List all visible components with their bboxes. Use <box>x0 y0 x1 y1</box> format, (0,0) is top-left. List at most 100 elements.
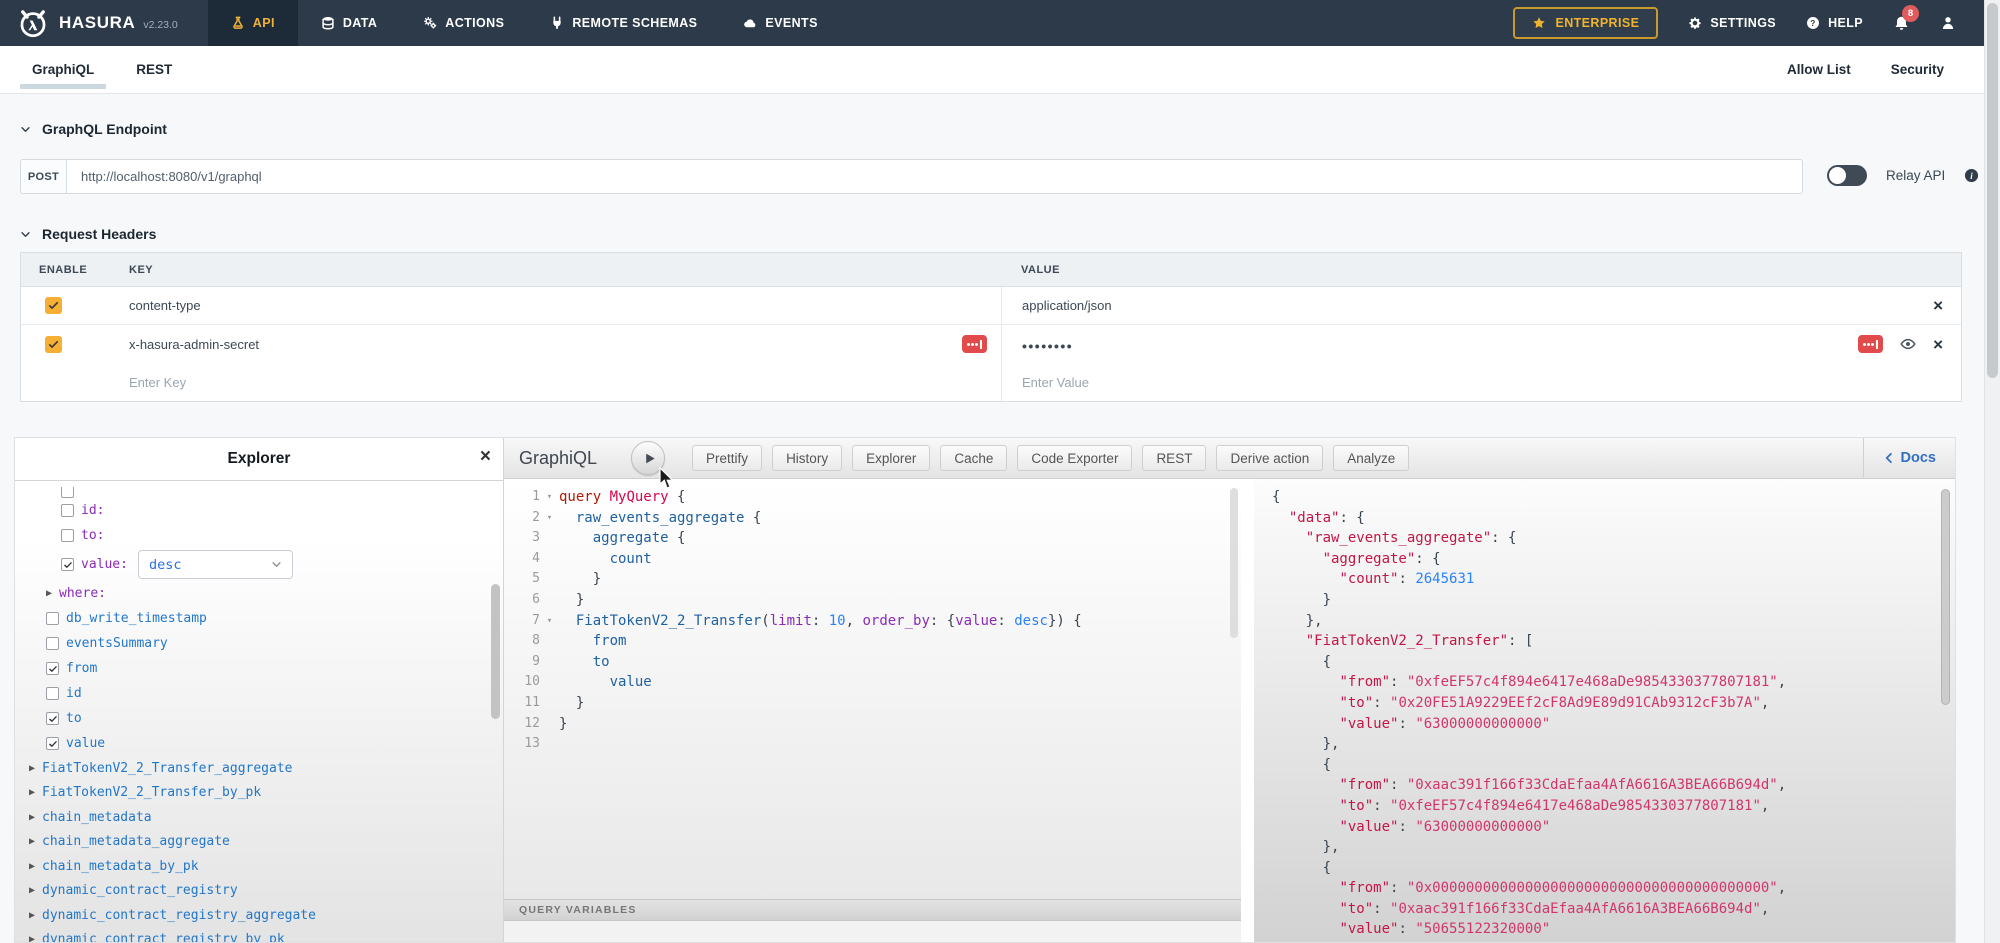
derive-action-button[interactable]: Derive action <box>1216 445 1323 471</box>
expand-arrow-icon[interactable]: ▶ <box>29 885 35 896</box>
response-line: "data": { <box>1272 508 1929 529</box>
nav-item-remote-schemas[interactable]: REMOTE SCHEMAS <box>527 0 720 46</box>
explorer-item-dynamic_contract_registry[interactable]: ▶dynamic_contract_registry <box>15 879 489 904</box>
checkbox-icon[interactable] <box>46 737 59 750</box>
response-line: "from": "0xaac391f166f33CdaEfaa4AfA6616A… <box>1272 775 1929 796</box>
explorer-item-where[interactable]: ▶where: <box>15 581 489 606</box>
tab-graphiql[interactable]: GraphiQL <box>26 46 100 93</box>
query-variables-bar[interactable]: QUERY VARIABLES <box>504 899 1241 921</box>
fold-arrow-icon[interactable]: ▾ <box>540 508 559 529</box>
notifications-button[interactable]: 8 <box>1893 15 1910 32</box>
relay-api-toggle[interactable] <box>1827 165 1867 186</box>
settings-button[interactable]: SETTINGS <box>1688 16 1776 30</box>
expand-arrow-icon[interactable]: ▶ <box>29 910 35 921</box>
explorer-item-clipped[interactable] <box>15 487 489 498</box>
remove-header-icon[interactable]: × <box>1933 336 1943 353</box>
hasura-logo-icon[interactable] <box>16 6 50 40</box>
page-scrollbar-thumb[interactable] <box>1987 3 1998 378</box>
explorer-item-value[interactable]: value:desc <box>15 548 489 581</box>
expand-arrow-icon[interactable]: ▶ <box>46 588 52 599</box>
header-key[interactable]: x-hasura-admin-secret <box>129 337 259 352</box>
explorer-item-db_write_timestamp[interactable]: db_write_timestamp <box>15 606 489 631</box>
header-key[interactable]: content-type <box>129 298 201 313</box>
user-menu-button[interactable] <box>1940 15 1956 31</box>
remove-header-icon[interactable]: × <box>1933 297 1943 314</box>
header-enabled-checkbox[interactable] <box>45 336 62 353</box>
checkbox-icon[interactable] <box>61 504 74 517</box>
info-icon[interactable]: i <box>1964 168 1979 183</box>
request-headers-section-header[interactable]: Request Headers <box>20 226 156 242</box>
order-direction-select[interactable]: desc <box>138 550 293 579</box>
header-value[interactable]: application/json <box>1022 298 1112 313</box>
explorer-item-label: value <box>66 736 105 751</box>
response-scrollbar[interactable] <box>1941 489 1950 705</box>
nav-item-label: ACTIONS <box>445 16 504 30</box>
explorer-item-eventsSummary[interactable]: eventsSummary <box>15 631 489 656</box>
checkbox-icon[interactable] <box>46 712 59 725</box>
explorer-item-to[interactable]: to <box>15 706 489 731</box>
expand-arrow-icon[interactable]: ▶ <box>29 787 35 798</box>
eye-icon[interactable] <box>1900 336 1916 352</box>
page-scrollbar[interactable] <box>1984 0 2000 943</box>
checkbox-icon[interactable] <box>61 558 74 571</box>
code-exporter-button[interactable]: Code Exporter <box>1017 445 1132 471</box>
execute-query-button[interactable] <box>631 441 665 475</box>
docs-toggle[interactable]: Docs <box>1863 438 1955 478</box>
explorer-item-chain_metadata_aggregate[interactable]: ▶chain_metadata_aggregate <box>15 830 489 855</box>
tab-rest[interactable]: REST <box>130 46 178 93</box>
query-variables-label: QUERY VARIABLES <box>519 904 637 916</box>
checkbox-icon[interactable] <box>46 687 59 700</box>
cache-button[interactable]: Cache <box>940 445 1007 471</box>
explorer-item-value[interactable]: value <box>15 731 489 756</box>
rest-button[interactable]: REST <box>1142 445 1206 471</box>
fold-arrow-icon[interactable]: ▾ <box>540 487 559 508</box>
nav-item-data[interactable]: DATA <box>298 0 400 46</box>
explorer-item-from[interactable]: from <box>15 656 489 681</box>
explorer-item-id[interactable]: id <box>15 681 489 706</box>
editor-scrollbar[interactable] <box>1230 488 1238 638</box>
nav-item-api[interactable]: API <box>208 0 298 46</box>
explorer-item-dynamic_contract_registry_by_pk[interactable]: ▶dynamic_contract_registry_by_pk <box>15 928 489 943</box>
help-button[interactable]: ? HELP <box>1806 16 1863 30</box>
explorer-item-id[interactable]: id: <box>15 498 489 523</box>
expand-arrow-icon[interactable]: ▶ <box>29 861 35 872</box>
checkbox-icon[interactable] <box>46 612 59 625</box>
explorer-item-to[interactable]: to: <box>15 523 489 548</box>
new-header-key-input[interactable]: Enter Key <box>109 363 1001 401</box>
expand-arrow-icon[interactable]: ▶ <box>29 812 35 823</box>
explorer-item-chain_metadata_by_pk[interactable]: ▶chain_metadata_by_pk <box>15 854 489 879</box>
new-header-value-input[interactable]: Enter Value <box>1001 363 1961 401</box>
close-icon[interactable]: × <box>480 447 491 466</box>
explorer-item-label: FiatTokenV2_2_Transfer_aggregate <box>42 761 292 776</box>
query-variables-editor[interactable] <box>504 921 1241 942</box>
prettify-button[interactable]: Prettify <box>692 445 762 471</box>
history-button[interactable]: History <box>772 445 842 471</box>
explorer-item-chain_metadata[interactable]: ▶chain_metadata <box>15 805 489 830</box>
tab-security[interactable]: Security <box>1891 62 1944 77</box>
nav-item-actions[interactable]: ACTIONS <box>400 0 527 46</box>
expand-arrow-icon[interactable]: ▶ <box>29 934 35 942</box>
selected-option: desc <box>149 557 182 573</box>
checkbox-icon[interactable] <box>61 529 74 542</box>
explorer-item-FiatTokenV2_2_Transfer_by_pk[interactable]: ▶FiatTokenV2_2_Transfer_by_pk <box>15 781 489 806</box>
expand-arrow-icon[interactable]: ▶ <box>29 763 35 774</box>
explorer-item-FiatTokenV2_2_Transfer_aggregate[interactable]: ▶ FiatTokenV2_2_Transfer_aggregate <box>15 756 489 781</box>
endpoint-url-input[interactable] <box>66 159 1803 194</box>
header-value-masked[interactable]: •••••••• <box>1022 338 1073 354</box>
explorer-item-label: id <box>66 686 82 701</box>
explorer-item-dynamic_contract_registry_aggregate[interactable]: ▶dynamic_contract_registry_aggregate <box>15 903 489 928</box>
explorer-button[interactable]: Explorer <box>852 445 930 471</box>
nav-item-events[interactable]: EVENTS <box>720 0 840 46</box>
graphql-endpoint-section-header[interactable]: GraphQL Endpoint <box>20 121 167 137</box>
explorer-scrollbar[interactable] <box>491 584 500 719</box>
header-enabled-checkbox[interactable] <box>45 297 62 314</box>
enterprise-button[interactable]: ENTERPRISE <box>1513 7 1658 39</box>
tab-allow-list[interactable]: Allow List <box>1787 62 1851 77</box>
checkbox-icon[interactable] <box>46 637 59 650</box>
fold-arrow-icon[interactable]: ▾ <box>540 611 559 632</box>
analyze-button[interactable]: Analyze <box>1333 445 1409 471</box>
checkbox-icon[interactable] <box>46 662 59 675</box>
query-editor[interactable]: 1▾query MyQuery {2▾ raw_events_aggregate… <box>504 479 1241 942</box>
docs-link[interactable]: Docs <box>1883 450 1936 466</box>
expand-arrow-icon[interactable]: ▶ <box>29 836 35 847</box>
